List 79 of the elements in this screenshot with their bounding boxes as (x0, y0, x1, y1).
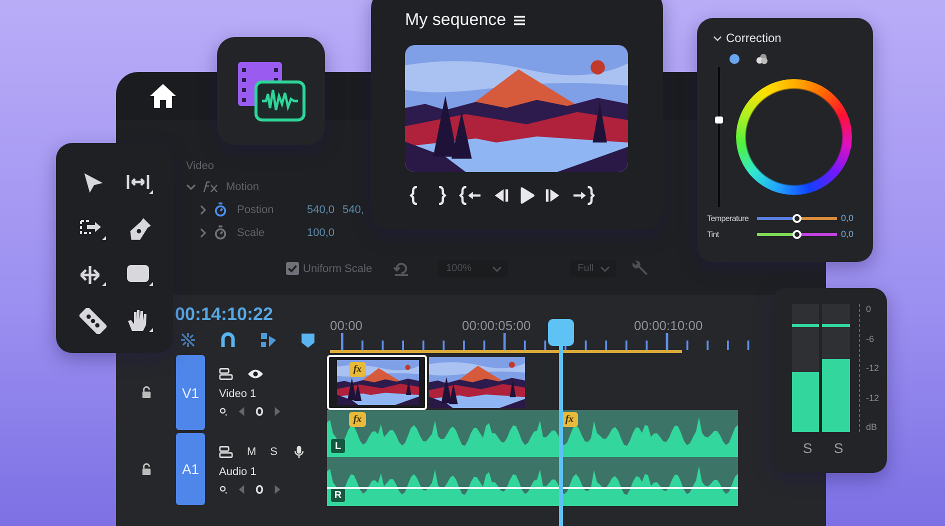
slider-thumb[interactable] (792, 214, 802, 222)
property-value[interactable]: 100,0 (307, 226, 335, 238)
slider-label: Temperature (707, 214, 750, 222)
rectangle-icon[interactable] (126, 262, 154, 288)
channel-badge: L (331, 439, 345, 453)
solo-button[interactable]: S (830, 440, 847, 456)
slider-thumb[interactable] (792, 230, 802, 238)
section-label: Video (186, 160, 215, 172)
slider-track[interactable] (757, 232, 837, 236)
snap-magnet-icon[interactable] (219, 331, 237, 349)
slider-track[interactable] (757, 216, 837, 220)
channel-badge: R (331, 488, 345, 502)
linked-selection-icon[interactable] (259, 331, 277, 349)
fx-badge: fx (349, 412, 366, 427)
slider-value: 0,0 (841, 229, 854, 239)
dot-icon[interactable] (728, 53, 741, 65)
keyframe-toggle-icon[interactable] (219, 406, 228, 417)
audio-clip[interactable]: L R fx fx (327, 410, 738, 506)
track-toggle-button[interactable]: S (270, 446, 278, 458)
stopwatch-icon[interactable] (214, 225, 227, 240)
property-value[interactable]: 540,0 (307, 204, 335, 216)
caret-icon (600, 266, 610, 272)
hand-icon[interactable] (126, 308, 154, 334)
keyframe-icon[interactable] (255, 406, 264, 417)
previous-keyframe-icon[interactable] (237, 406, 246, 417)
slider-label: Tint (707, 230, 720, 238)
track-tag[interactable]: V1 (176, 355, 205, 430)
previous-keyframe-icon[interactable] (237, 484, 246, 495)
stopwatch-icon[interactable] (214, 202, 227, 217)
track-toggle-button[interactable]: M (247, 446, 256, 458)
track-name: Audio 1 (219, 466, 258, 478)
chevron-icon[interactable] (713, 34, 722, 42)
ruler-label: 00:00:10:00 (634, 318, 703, 333)
next-keyframe-icon[interactable] (273, 406, 282, 417)
keyframe-icon[interactable] (255, 484, 264, 495)
panel-title: Correction (726, 31, 782, 45)
meter-scale-label: dB (866, 422, 878, 432)
solo-button[interactable]: S (799, 440, 816, 456)
play-icon[interactable] (519, 186, 535, 205)
microphone-icon[interactable] (292, 445, 306, 459)
effect-name: Motion (226, 180, 260, 192)
track-name: Video 1 (219, 388, 258, 400)
sync-lock-icon[interactable] (219, 445, 233, 459)
meter-scale-label: 0 (866, 304, 872, 314)
marker-icon[interactable] (299, 331, 317, 349)
slider-value: 0,0 (841, 213, 854, 223)
lock-icon[interactable] (140, 462, 152, 476)
video-clip[interactable]: fx (327, 355, 427, 410)
ripple-icon[interactable] (179, 331, 197, 349)
ruler-label: 00:00 (330, 318, 363, 333)
property-name: Postion (237, 204, 275, 216)
meter-scale-label: -12 (866, 363, 879, 373)
checkbox-label: Uniform Scale (303, 262, 372, 274)
home-icon[interactable] (149, 83, 177, 109)
three-circles-icon[interactable] (755, 53, 768, 65)
timecode: 00:14:10:22 (175, 304, 274, 325)
film-and-waveform-icon[interactable] (236, 60, 306, 122)
track-tag[interactable]: A1 (176, 433, 205, 505)
time-ruler[interactable]: 00:00 00:00:05:00 00:00:10:00 (327, 295, 770, 355)
fx-icon (202, 180, 218, 192)
slider-thumb[interactable] (715, 116, 723, 124)
fx-badge: fx (349, 362, 366, 377)
go-to-out-icon[interactable] (571, 186, 595, 205)
caret-icon (492, 266, 502, 272)
ruler-label: 00:00:05:00 (462, 318, 531, 333)
checkbox[interactable] (286, 262, 299, 275)
lock-icon[interactable] (140, 386, 152, 399)
sequence-title: My sequence (405, 10, 506, 30)
property-value[interactable]: 540, (342, 204, 364, 216)
eye-icon[interactable] (247, 367, 264, 381)
meter-scale-label: -12 (866, 392, 879, 402)
menu-icon[interactable] (514, 14, 526, 26)
property-name: Scale (237, 226, 266, 238)
playhead[interactable] (548, 319, 574, 526)
next-keyframe-icon[interactable] (273, 484, 282, 495)
keyframe-toggle-icon[interactable] (219, 484, 228, 495)
meter-scale-label: -6 (866, 334, 875, 344)
sync-lock-icon[interactable] (219, 367, 233, 381)
go-to-in-icon[interactable] (459, 186, 483, 205)
